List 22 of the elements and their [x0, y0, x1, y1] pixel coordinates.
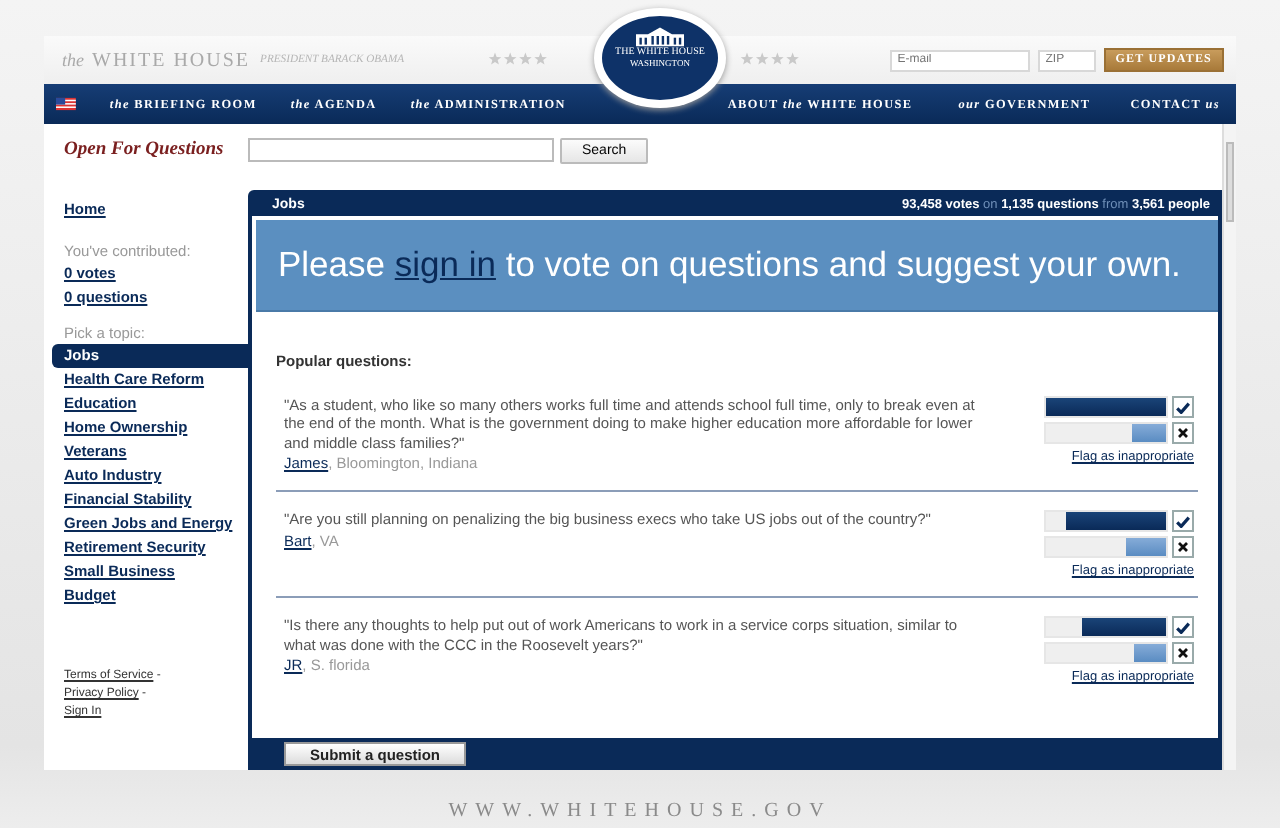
vote-yes-button[interactable] — [1172, 510, 1194, 533]
stars-drawing — [488, 52, 548, 66]
vote-no-button[interactable] — [1172, 642, 1194, 665]
vote-no-button[interactable] — [1172, 422, 1194, 444]
search-field[interactable] — [248, 138, 554, 162]
flag-icon — [56, 96, 76, 112]
vote-yes-button[interactable] — [1172, 396, 1194, 418]
building-icon — [634, 24, 686, 48]
page-title: Open For Questions — [62, 140, 226, 160]
scrollbar[interactable] — [1222, 124, 1236, 770]
cross-icon — [1178, 542, 1188, 553]
cross-icon — [1178, 648, 1188, 659]
check-icon — [1176, 401, 1190, 413]
vote-yes-button[interactable] — [1172, 616, 1194, 639]
check-icon — [1176, 515, 1190, 528]
cross-icon — [1178, 428, 1188, 438]
banner-text: Please sign in to vote on questions and suggest your own. — [278, 244, 1181, 286]
sign-in-link[interactable]: sign in — [394, 244, 496, 284]
site-address: WWW.WHITEHOUSE.GOV — [448, 800, 832, 822]
stars-drawing — [740, 52, 800, 66]
vote-no-button[interactable] — [1172, 536, 1194, 559]
check-icon — [1176, 621, 1190, 634]
